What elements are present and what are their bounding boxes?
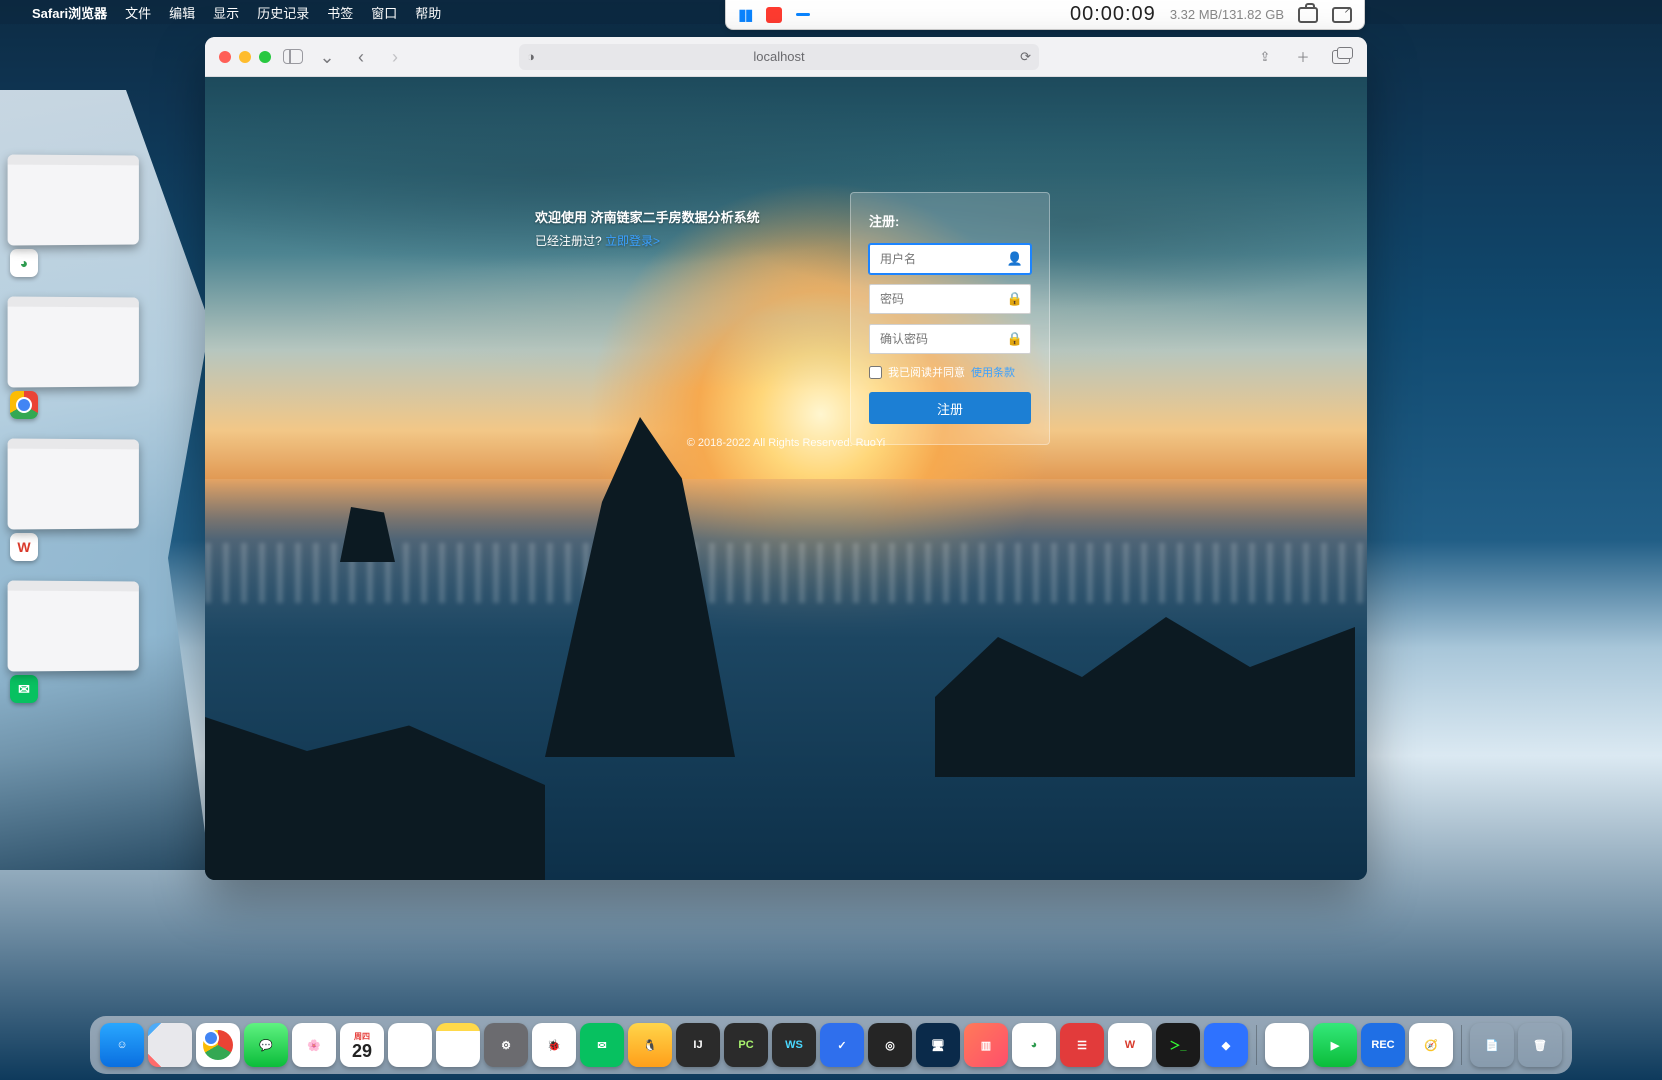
welcome-block: 欢迎使用 济南链家二手房数据分析系统 已经注册过? 立即登录>: [535, 207, 760, 249]
terms-checkbox[interactable]: [869, 366, 882, 379]
menu-edit[interactable]: 编辑: [169, 3, 195, 22]
dock-intellij-icon[interactable]: IJ: [676, 1023, 720, 1067]
recorder-screenshot-button[interactable]: [1298, 7, 1318, 23]
dock-qq-icon[interactable]: 🐧: [628, 1023, 672, 1067]
address-bar-text: localhost: [753, 49, 804, 64]
reload-button[interactable]: ⟳: [1020, 49, 1031, 65]
wps-icon[interactable]: W: [10, 533, 38, 561]
user-icon: 👤: [1007, 251, 1023, 267]
dock-chrome-icon[interactable]: [196, 1023, 240, 1067]
dock-messages-icon[interactable]: 💬: [244, 1023, 288, 1067]
sidebar-toggle-button[interactable]: [281, 46, 305, 68]
dock-trash-icon[interactable]: 🗑: [1518, 1023, 1562, 1067]
lock-icon: 🔒: [1007, 291, 1023, 307]
recorder-pause-button[interactable]: ▮▮: [738, 5, 752, 25]
dock-facetime-icon[interactable]: ▶: [1313, 1023, 1357, 1067]
dock-webstorm-icon[interactable]: WS: [772, 1023, 816, 1067]
dock-notes-icon[interactable]: [436, 1023, 480, 1067]
dock-settings-icon[interactable]: ⚙: [484, 1023, 528, 1067]
tabgroup-dropdown[interactable]: ⌄: [315, 46, 339, 68]
tab-overview-button[interactable]: [1329, 46, 1353, 68]
dock-safari-icon[interactable]: 🧭: [1409, 1023, 1453, 1067]
safari-toolbar: ⌄ ‹ › ◑ localhost ⟳ ⇪ ＋: [205, 37, 1367, 77]
window-minimize-button[interactable]: [239, 51, 251, 63]
menu-window[interactable]: 窗口: [371, 3, 397, 22]
mission-control-thumbnails: ◕ W ✉: [8, 155, 148, 703]
screen-recorder-bar: ▮▮ 00:00:09 3.32 MB/131.82 GB: [725, 0, 1365, 30]
window-thumb-chat[interactable]: [8, 580, 139, 671]
recorder-expand-button[interactable]: [1332, 7, 1352, 23]
web-page-content: 欢迎使用 济南链家二手房数据分析系统 已经注册过? 立即登录> 注册: 👤 🔒 …: [205, 77, 1367, 880]
menu-history[interactable]: 历史记录: [257, 3, 309, 22]
nav-back-button[interactable]: ‹: [349, 46, 373, 68]
register-card-title: 注册:: [869, 211, 1031, 230]
registered-prefix: 已经注册过?: [535, 234, 602, 248]
dock-recorder-icon[interactable]: REC: [1361, 1023, 1405, 1067]
privacy-shield-icon[interactable]: ◑: [527, 49, 535, 64]
window-zoom-button[interactable]: [259, 51, 271, 63]
dock-separator: [1256, 1025, 1257, 1065]
register-card: 注册: 👤 🔒 🔒 我已阅读并同意 使用条款 注册: [850, 192, 1050, 445]
safari-window: ⌄ ‹ › ◑ localhost ⟳ ⇪ ＋ 欢迎使用 济南链家二手房数据分析…: [205, 37, 1367, 880]
dock-wechat-icon[interactable]: ✉: [580, 1023, 624, 1067]
menubar-app-name[interactable]: Safari浏览器: [32, 3, 107, 22]
new-tab-button[interactable]: ＋: [1291, 46, 1315, 68]
share-button[interactable]: ⇪: [1253, 46, 1277, 68]
dock-downloads-icon[interactable]: 📄: [1470, 1023, 1514, 1067]
window-close-button[interactable]: [219, 51, 231, 63]
dock-reminders-icon[interactable]: ≣: [388, 1023, 432, 1067]
lock-icon: 🔒: [1007, 331, 1023, 347]
dock-separator: [1461, 1025, 1462, 1065]
wechat-icon[interactable]: ✉: [10, 675, 38, 703]
dock-finder-icon[interactable]: ☺: [100, 1023, 144, 1067]
recorder-elapsed-time: 00:00:09: [1070, 3, 1156, 26]
window-thumb-finder[interactable]: [8, 154, 139, 245]
recorder-minimize-button[interactable]: [796, 13, 810, 16]
recorder-stop-button[interactable]: [766, 7, 782, 23]
dock-photos-icon[interactable]: 🌸: [292, 1023, 336, 1067]
menu-file[interactable]: 文件: [125, 3, 151, 22]
dock-mail-icon[interactable]: ✉︎: [1265, 1023, 1309, 1067]
dock-launchpad-icon[interactable]: [148, 1023, 192, 1067]
dock-pycharm-icon[interactable]: PC: [724, 1023, 768, 1067]
dock-calendar-icon[interactable]: 周四29: [340, 1023, 384, 1067]
dock-todesk-icon[interactable]: ✓: [820, 1023, 864, 1067]
dock-red-app-icon[interactable]: ☰: [1060, 1023, 1104, 1067]
copyright-text: © 2018-2022 All Rights Reserved. RuoYi: [205, 437, 1367, 449]
recorder-file-size: 3.32 MB/131.82 GB: [1170, 7, 1284, 22]
agree-text: 我已阅读并同意: [888, 364, 965, 380]
dock-remote-icon[interactable]: ▥: [964, 1023, 1008, 1067]
dock-blue-app-icon[interactable]: ◆: [1204, 1023, 1248, 1067]
login-link[interactable]: 立即登录>: [605, 234, 660, 248]
welcome-title: 欢迎使用 济南链家二手房数据分析系统: [535, 207, 760, 226]
dock-wps-icon[interactable]: W: [1108, 1023, 1152, 1067]
menu-bookmarks[interactable]: 书签: [327, 3, 353, 22]
register-button[interactable]: 注册: [869, 392, 1031, 424]
dock-monitor-icon[interactable]: 🖥: [916, 1023, 960, 1067]
dock-terminal-icon[interactable]: ＞_: [1156, 1023, 1200, 1067]
menu-help[interactable]: 帮助: [415, 3, 441, 22]
navicat-icon[interactable]: ◕: [10, 249, 38, 277]
dock-navicat-icon[interactable]: ◕: [1012, 1023, 1056, 1067]
dock-obs-icon[interactable]: ◎: [868, 1023, 912, 1067]
address-bar[interactable]: ◑ localhost ⟳: [519, 44, 1039, 70]
dock-app-icon[interactable]: 🐞: [532, 1023, 576, 1067]
macos-dock: ☺ 💬 🌸 周四29 ≣ ⚙ 🐞 ✉ 🐧 IJ PC WS ✓ ◎ 🖥 ▥ ◕ …: [90, 1016, 1572, 1074]
window-thumb-editor[interactable]: [8, 438, 139, 529]
menu-view[interactable]: 显示: [213, 3, 239, 22]
window-thumb-notes[interactable]: [8, 296, 139, 387]
nav-forward-button[interactable]: ›: [383, 46, 407, 68]
chrome-icon[interactable]: [10, 391, 38, 419]
terms-link[interactable]: 使用条款: [971, 364, 1015, 380]
